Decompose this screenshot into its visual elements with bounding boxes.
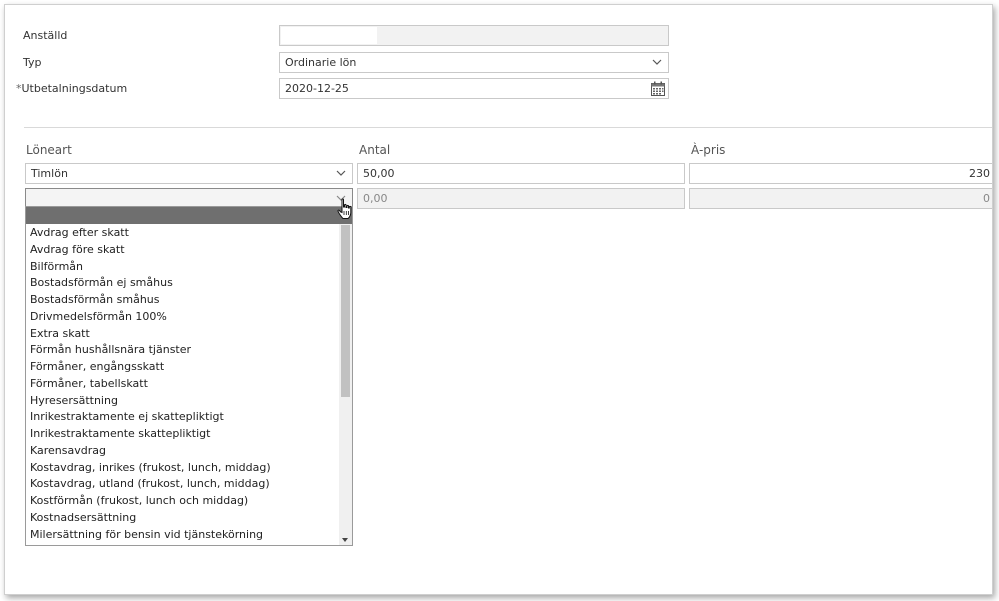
scrollbar-thumb[interactable]: [341, 225, 350, 397]
dropdown-option[interactable]: Inrikestraktamente skattepliktigt: [26, 426, 338, 443]
dropdown-options: Avdrag efter skatt Avdrag före skatt Bil…: [26, 225, 338, 543]
quantity-value: 50,00: [363, 167, 395, 180]
wage-type-value: Timlön: [31, 167, 68, 180]
payment-date-label: *Utbetalningsdatum: [16, 82, 127, 95]
chevron-down-icon: [336, 170, 346, 176]
unit-price-input-row1[interactable]: 230: [689, 163, 992, 184]
employee-label: Anställd: [23, 29, 68, 42]
employee-name-redacted: [281, 27, 377, 44]
dropdown-option[interactable]: Avdrag före skatt: [26, 242, 338, 259]
col-header-wage-type: Löneart: [26, 143, 72, 157]
type-select[interactable]: Ordinarie lön: [279, 52, 669, 73]
dropdown-option[interactable]: Kostförmån (frukost, lunch och middag): [26, 493, 338, 510]
unit-price-value: 230: [969, 167, 990, 180]
type-value: Ordinarie lön: [285, 56, 357, 69]
type-label: Typ: [23, 56, 42, 69]
quantity-value: 0,00: [363, 192, 388, 205]
calendar-icon[interactable]: [651, 81, 665, 96]
hand-pointer-icon: [337, 198, 352, 219]
payment-date-value: 2020-12-25: [285, 82, 349, 95]
dropdown-option[interactable]: Drivmedelsförmån 100%: [26, 309, 338, 326]
dropdown-scrollbar[interactable]: [339, 224, 352, 545]
scroll-down-arrow-icon[interactable]: [342, 538, 348, 542]
quantity-input-row2[interactable]: 0,00: [357, 188, 685, 209]
dropdown-option[interactable]: Extra skatt: [26, 326, 338, 343]
dropdown-option[interactable]: Inrikestraktamente ej skattepliktigt: [26, 409, 338, 426]
dropdown-option[interactable]: Hyresersättning: [26, 393, 338, 410]
dropdown-highlighted-option[interactable]: [26, 207, 352, 224]
dropdown-option[interactable]: Förmåner, tabellskatt: [26, 376, 338, 393]
dropdown-option[interactable]: Milersättning för bensin vid tjänstekörn…: [26, 527, 338, 544]
dropdown-option[interactable]: Kostavdrag, inrikes (frukost, lunch, mid…: [26, 460, 338, 477]
payment-date-field[interactable]: 2020-12-25: [279, 78, 669, 99]
quantity-input-row1[interactable]: 50,00: [357, 163, 685, 184]
dropdown-option[interactable]: Bostadsförmån småhus: [26, 292, 338, 309]
dropdown-option[interactable]: Bostadsförmån ej småhus: [26, 275, 338, 292]
col-header-quantity: Antal: [359, 143, 391, 157]
unit-price-value: 0: [983, 192, 990, 205]
dropdown-option[interactable]: Kostnadsersättning: [26, 510, 338, 527]
dropdown-option[interactable]: Förmån hushållsnära tjänster: [26, 342, 338, 359]
dropdown-option[interactable]: Kostavdrag, utland (frukost, lunch, midd…: [26, 476, 338, 493]
col-header-unit-price: À-pris: [691, 143, 726, 157]
dropdown-option[interactable]: Avdrag efter skatt: [26, 225, 338, 242]
form-window: Anställd Typ Ordinarie lön *Utbetalnings…: [4, 4, 993, 595]
employee-field[interactable]: [279, 25, 669, 46]
wage-type-select-row1[interactable]: Timlön: [25, 163, 353, 184]
wage-type-dropdown[interactable]: Avdrag efter skatt Avdrag före skatt Bil…: [25, 206, 353, 546]
payment-date-label-text: Utbetalningsdatum: [21, 82, 128, 95]
unit-price-input-row2[interactable]: 0: [689, 188, 992, 209]
dropdown-option[interactable]: Karensavdrag: [26, 443, 338, 460]
dropdown-option[interactable]: Förmåner, engångsskatt: [26, 359, 338, 376]
dropdown-option[interactable]: Bilförmån: [26, 259, 338, 276]
chevron-down-icon: [652, 59, 662, 65]
section-divider: [24, 127, 992, 128]
